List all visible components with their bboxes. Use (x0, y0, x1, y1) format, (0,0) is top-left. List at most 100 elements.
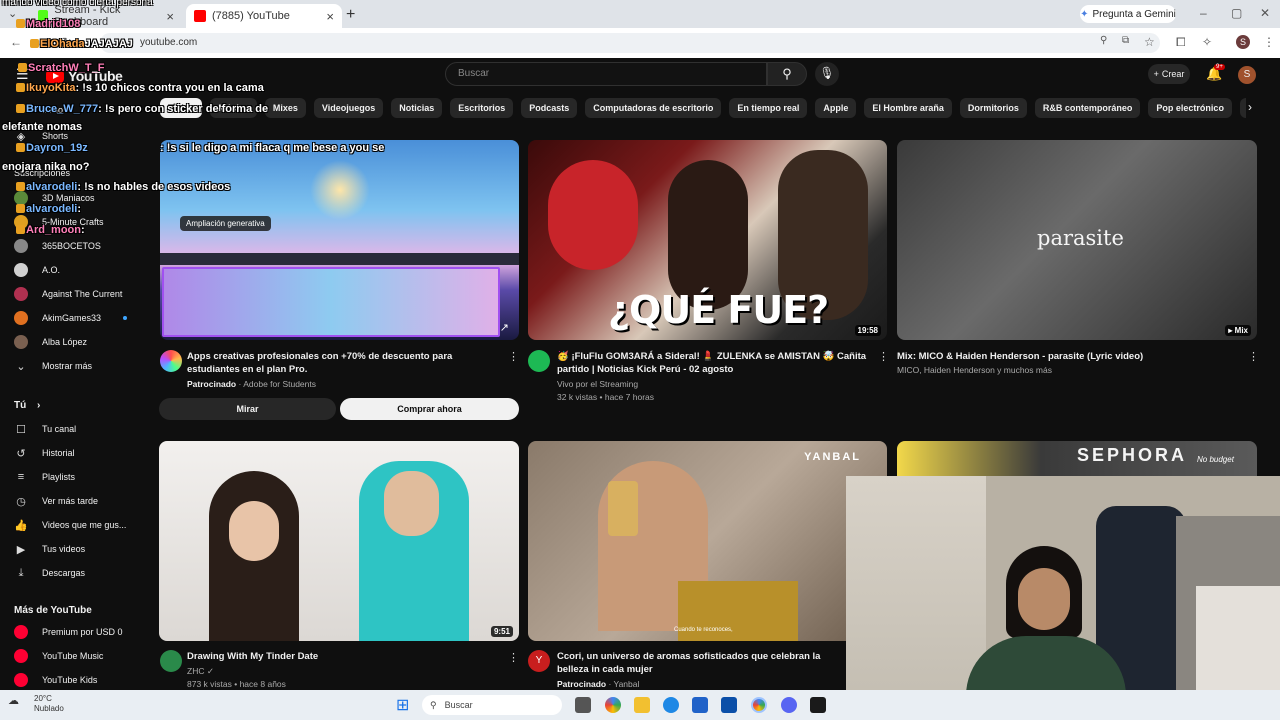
video-title[interactable]: Mix: MICO & Haiden Henderson - parasite … (897, 350, 1237, 363)
sidebar-subscription[interactable]: 365BOCETOS (14, 236, 134, 256)
live-dot-icon (123, 316, 128, 320)
chip-11[interactable]: Dormitorios (959, 98, 1027, 118)
close-tab-icon[interactable]: × (326, 9, 334, 24)
file-explorer-icon[interactable] (634, 697, 650, 713)
sidebar-subscription[interactable]: Against The Current (14, 284, 134, 304)
bookmark-star-icon[interactable]: ☆ (1144, 35, 1155, 49)
weather-widget[interactable]: ☁ 20°C Nublado (8, 694, 64, 714)
chip-3[interactable]: Videojuegos (313, 98, 384, 118)
sidebar-item-video[interactable]: ▶ Tus videos (14, 539, 134, 559)
chip-8[interactable]: En tiempo real (729, 98, 808, 118)
chat-badge-icon (16, 104, 25, 113)
thumbnail-tag: No budget (1197, 455, 1234, 464)
video-thumbnail-parasite[interactable]: parasite ▸ Mix (897, 140, 1257, 340)
maximize-icon[interactable]: ▢ (1231, 6, 1242, 20)
chip-12[interactable]: R&B contemporáneo (1034, 98, 1141, 118)
search-button[interactable]: ⚲ (767, 62, 807, 86)
chip-5[interactable]: Escritorios (450, 98, 514, 118)
video-title[interactable]: 🥳 ¡FluFlu GOM3ARÁ a Sideral! 💄 ZULENKA s… (557, 350, 867, 376)
sidebar-item-download[interactable]: ⤓ Descargas (14, 563, 134, 583)
gemini-button[interactable]: ✦ Pregunta a Gemini (1080, 5, 1176, 23)
obs-icon[interactable] (810, 697, 826, 713)
outlook-icon[interactable] (721, 697, 737, 713)
channel-name[interactable]: ZHC ✓ (187, 664, 214, 678)
sidebar-item-channel[interactable]: ☐ Tu canal (14, 419, 134, 439)
video-thumbnail-yanbal[interactable]: YANBAL Cuando te reconoces, (528, 441, 887, 641)
tab-youtube[interactable]: (7885) YouTube × (186, 4, 342, 28)
channel-name[interactable]: Adobe for Students (243, 379, 316, 389)
sidebar-subscription[interactable]: Alba López (14, 332, 134, 352)
video-thumbnail-kick-peru[interactable]: ¿QUÉ FUE? 19:58 (528, 140, 887, 340)
chat-badge-icon (18, 63, 27, 72)
face-graphic (229, 501, 279, 561)
channel-name[interactable]: Vivo por el Streaming (557, 377, 638, 391)
video-options-icon[interactable]: ⋮ (508, 651, 519, 664)
sidebar-item-history[interactable]: ↺ Historial (14, 443, 134, 463)
chip-13[interactable]: Pop electrónico (1148, 98, 1232, 118)
chat-badge-icon (16, 225, 25, 234)
chrome-icon[interactable] (605, 697, 621, 713)
store-icon[interactable] (692, 697, 708, 713)
voice-search-button[interactable]: 🎙 (815, 62, 839, 86)
sidebar-subscription[interactable]: A.O. (14, 260, 134, 280)
chevron-right-icon[interactable]: › (1248, 100, 1252, 114)
channel-name[interactable]: MICO, Haiden Henderson y muchos más (897, 363, 1052, 377)
menu-kebab-icon[interactable]: ⋮ (1263, 35, 1275, 49)
you-heading[interactable]: Tú › (14, 400, 40, 411)
minimize-icon[interactable]: – (1200, 6, 1207, 20)
video-title[interactable]: Apps creativas profesionales con +70% de… (187, 350, 507, 376)
chip-4[interactable]: Noticias (391, 98, 443, 118)
puzzle-icon[interactable]: ✧ (1202, 35, 1212, 49)
channel-avatar-adobe[interactable] (160, 350, 182, 372)
show-more-button[interactable]: ⌄ Mostrar más (14, 356, 134, 376)
clock-icon: ◷ (16, 495, 26, 508)
video-thumbnail-adobe[interactable]: Ampliación generativa ↗ (160, 140, 519, 340)
video-thumbnail-sephora[interactable]: SEPHORA No budget (897, 441, 1257, 481)
chat-badge-icon (16, 83, 25, 92)
channel-avatar-yanbal[interactable]: Y (528, 650, 550, 672)
sidebar-more-item[interactable]: YouTube Kids (14, 670, 134, 690)
video-thumbnail-tinder[interactable]: 9:51 (159, 441, 519, 641)
edge-icon[interactable] (663, 697, 679, 713)
chrome-active-icon[interactable] (751, 697, 767, 713)
chip-2[interactable]: Mixes (264, 98, 306, 118)
sidebar-item-playlist[interactable]: ≡ Playlists (14, 467, 134, 487)
video-options-icon[interactable]: ⋮ (1248, 350, 1259, 363)
video-title[interactable]: Drawing With My Tinder Date (187, 650, 497, 663)
windows-start-icon[interactable]: ⊞ (396, 695, 409, 715)
channel-avatar-vivo[interactable] (528, 350, 550, 372)
sidebar-more-item[interactable]: Premium por USD 0 (14, 622, 134, 642)
watch-button[interactable]: Mirar (159, 398, 336, 420)
cast-icon[interactable]: ⧉ (1122, 35, 1129, 46)
browser-profile-avatar[interactable]: S (1236, 35, 1250, 49)
sidebar-item-clock[interactable]: ◷ Ver más tarde (14, 491, 134, 511)
sidebar-more-item[interactable]: YouTube Music (14, 646, 134, 666)
chip-14[interactable]: Campamento (1239, 98, 1246, 118)
url-field[interactable]: youtube.com (100, 33, 1160, 53)
extension-icon[interactable]: ⧠ (1176, 35, 1186, 50)
sidebar-subscription[interactable]: AkimGames33 (14, 308, 134, 328)
taskbar-search[interactable]: ⚲ Buscar (422, 695, 562, 715)
chip-9[interactable]: Apple (815, 98, 857, 118)
back-icon[interactable]: ← (10, 35, 22, 49)
create-button[interactable]: + Crear (1148, 64, 1190, 84)
sidebar-item-thumbs-up[interactable]: 👍 Videos que me gus... (14, 515, 134, 535)
video-title[interactable]: Ccori, un universo de aromas sofisticado… (557, 650, 847, 676)
new-tab-button[interactable]: + (346, 6, 355, 24)
channel-avatar-zhc[interactable] (160, 650, 182, 672)
search-input[interactable]: Buscar (445, 62, 767, 86)
channel-name[interactable]: Yanbal (614, 679, 640, 689)
chip-10[interactable]: El Hombre araña (864, 98, 952, 118)
video-options-icon[interactable]: ⋮ (878, 350, 889, 363)
discord-icon[interactable] (781, 697, 797, 713)
chip-7[interactable]: Computadoras de escritorio (585, 98, 722, 118)
chip-6[interactable]: Podcasts (521, 98, 578, 118)
zoom-icon[interactable]: ⚲ (1100, 35, 1107, 46)
gemini-label: Pregunta a Gemini (1092, 8, 1176, 20)
video-options-icon[interactable]: ⋮ (508, 350, 519, 363)
close-tab-icon[interactable]: × (166, 9, 174, 24)
account-avatar[interactable]: S (1238, 66, 1256, 84)
task-view-icon[interactable] (575, 697, 591, 713)
buy-now-button[interactable]: Comprar ahora (340, 398, 519, 420)
close-window-icon[interactable]: ✕ (1260, 6, 1270, 20)
